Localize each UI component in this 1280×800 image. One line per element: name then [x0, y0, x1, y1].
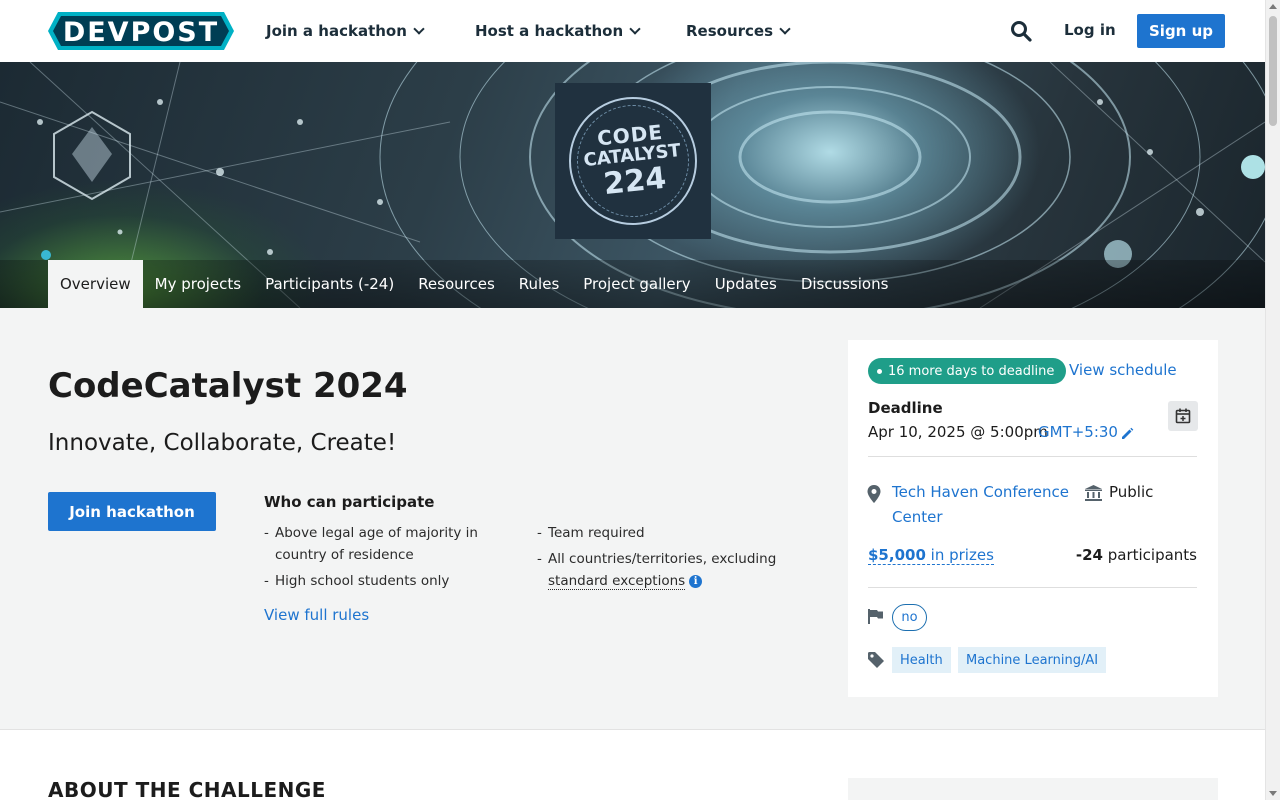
prize-amount: $5,000 — [868, 546, 926, 564]
calendar-icon — [1175, 408, 1191, 424]
tab-overview[interactable]: Overview — [48, 260, 143, 308]
deadline-date: Apr 10, 2025 @ 5:00pm — [868, 423, 1048, 441]
join-hackathon-menu[interactable]: Join a hackathon — [266, 0, 425, 62]
tab-my-projects[interactable]: My projects — [143, 260, 253, 308]
map-pin-icon — [867, 485, 881, 503]
prizes-link[interactable]: $5,000 in prizes — [868, 546, 994, 565]
about-sidebar-card — [848, 778, 1218, 800]
tab-resources[interactable]: Resources — [406, 260, 507, 308]
scrollbar-thumb[interactable] — [1269, 16, 1277, 126]
resources-menu[interactable]: Resources — [686, 0, 791, 62]
tab-updates[interactable]: Updates — [703, 260, 789, 308]
institution-icon — [1085, 485, 1102, 501]
chevron-down-icon — [413, 23, 425, 35]
eligibility-item: - All countries/territories, excluding s… — [537, 551, 777, 590]
page-scrollbar[interactable] — [1265, 0, 1280, 800]
resources-menu-label: Resources — [686, 22, 774, 40]
prize-suffix: in prizes — [930, 546, 994, 564]
devpost-logo[interactable]: DEVPOST — [48, 12, 234, 50]
scroll-down-arrow-icon[interactable] — [1269, 791, 1277, 796]
location-link[interactable]: Tech Haven Conference Center — [892, 480, 1077, 530]
eligibility-item: - Team required — [537, 525, 645, 541]
hackathon-banner: CODE CATALYST 224 Overview My projects P… — [0, 62, 1265, 308]
info-icon[interactable]: i — [689, 575, 703, 588]
deadline-countdown-badge: 16 more days to deadline — [868, 358, 1067, 384]
theme-tag-machine-learning[interactable]: Machine Learning/AI — [958, 647, 1107, 673]
participant-suffix: participants — [1107, 546, 1197, 564]
hackathon-sidebar: 16 more days to deadline View schedule D… — [848, 340, 1218, 697]
tab-discussions[interactable]: Discussions — [789, 260, 901, 308]
participant-count: -24 participants — [1076, 546, 1197, 564]
tag-icon — [868, 652, 884, 668]
about-heading: ABOUT THE CHALLENGE — [48, 778, 326, 800]
theme-tag-health[interactable]: Health — [892, 647, 951, 673]
join-hackathon-menu-label: Join a hackathon — [266, 22, 407, 40]
tab-rules[interactable]: Rules — [507, 260, 571, 308]
flag-icon — [868, 609, 883, 624]
hackathon-tabs: Overview My projects Participants (-24) … — [48, 260, 900, 308]
chevron-down-icon — [779, 23, 791, 35]
tab-project-gallery[interactable]: Project gallery — [571, 260, 702, 308]
hackathon-logo: CODE CATALYST 224 — [555, 83, 711, 239]
scroll-up-arrow-icon[interactable] — [1269, 4, 1277, 9]
signup-button[interactable]: Sign up — [1137, 14, 1225, 48]
tab-participants[interactable]: Participants (-24) — [253, 260, 406, 308]
eligibility-item: - High school students only — [264, 573, 450, 589]
hackathon-tagline: Innovate, Collaborate, Create! — [48, 430, 397, 456]
participant-number: -24 — [1075, 546, 1103, 564]
who-can-participate-heading: Who can participate — [264, 493, 435, 511]
host-hackathon-menu-label: Host a hackathon — [475, 22, 624, 40]
logo-text: DEVPOST — [63, 17, 219, 48]
visibility-label: Public — [1109, 483, 1154, 501]
view-schedule-link[interactable]: View schedule — [1069, 361, 1177, 379]
join-hackathon-button[interactable]: Join hackathon — [48, 492, 216, 531]
divider — [868, 456, 1197, 457]
chevron-down-icon — [629, 23, 641, 35]
add-to-calendar-button[interactable] — [1168, 401, 1198, 431]
edit-pencil-icon[interactable] — [1120, 426, 1134, 440]
deadline-heading: Deadline — [868, 399, 943, 417]
search-icon[interactable] — [1010, 20, 1032, 42]
top-navbar: DEVPOST Join a hackathon Host a hackatho… — [0, 0, 1265, 62]
standard-exceptions-link[interactable]: standard exceptions — [548, 573, 686, 590]
login-link[interactable]: Log in — [1064, 21, 1116, 39]
eligibility-item: - Above legal age of majority in country… — [264, 525, 478, 563]
view-full-rules-link[interactable]: View full rules — [264, 606, 369, 624]
divider — [868, 587, 1197, 588]
managed-by-devpost-tag[interactable]: no — [892, 604, 927, 631]
hackathon-title: CodeCatalyst 2024 — [48, 366, 408, 406]
timezone-link[interactable]: GMT+5:30 — [1038, 423, 1118, 441]
host-hackathon-menu[interactable]: Host a hackathon — [475, 0, 641, 62]
